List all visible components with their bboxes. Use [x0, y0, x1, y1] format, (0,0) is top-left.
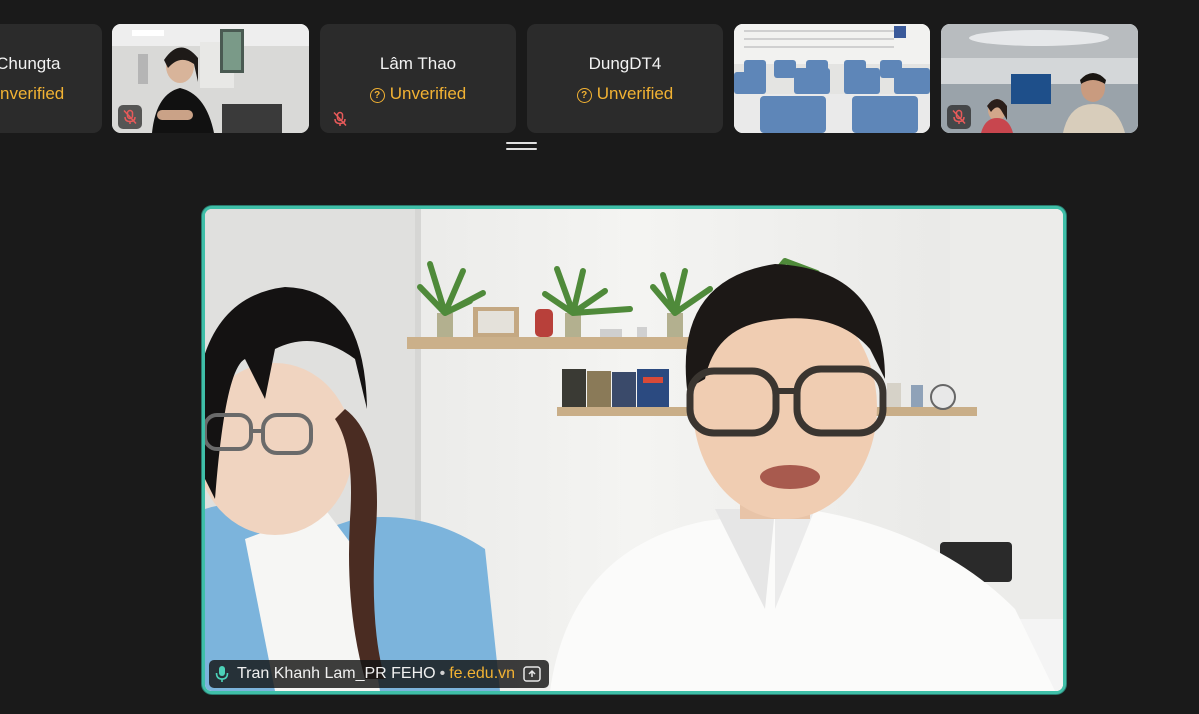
- mic-muted-icon: [952, 109, 966, 125]
- verification-status: ?Unverified: [527, 84, 723, 104]
- participant-name: g - Chungta: [0, 54, 61, 73]
- mute-badge: [118, 105, 142, 129]
- active-speaker-video[interactable]: Tran Khanh Lam_PR FEHO • fe.edu.vn: [202, 206, 1066, 694]
- handle-line: [506, 142, 537, 144]
- mic-icon: [215, 666, 229, 682]
- name-separator: •: [439, 665, 446, 682]
- mic-muted-icon: [333, 111, 347, 127]
- verification-status: ?Unverified: [320, 84, 516, 104]
- question-icon: ?: [369, 88, 385, 103]
- participant-name: Lâm Thao: [379, 54, 457, 73]
- mic-muted-icon: [123, 109, 137, 125]
- question-icon: ?: [576, 88, 592, 103]
- speaker-domain: fe.edu.vn: [449, 665, 516, 682]
- mute-badge: [947, 105, 971, 129]
- participant-tile[interactable]: DungDT4 ? Unverified: [527, 24, 723, 133]
- speaker-name: Tran Khanh Lam_PR FEHO: [237, 665, 436, 682]
- participant-video: [734, 24, 930, 133]
- participant-strip: g - Chungta ?Unverified: [0, 0, 1199, 145]
- participant-tile[interactable]: g - Chungta ?Unverified: [0, 24, 102, 133]
- handle-line: [506, 148, 537, 150]
- participant-tile[interactable]: Lâm Thao ? Unverified: [320, 24, 516, 133]
- participant-name: DungDT4: [588, 54, 662, 73]
- verification-status: ?Unverified: [0, 84, 65, 103]
- speaker-video-frame: [205, 209, 1063, 691]
- share-screen-icon[interactable]: [523, 666, 541, 682]
- strip-resize-handle[interactable]: [506, 142, 537, 151]
- participant-tile-video[interactable]: [941, 24, 1138, 133]
- speaker-name-tag: Tran Khanh Lam_PR FEHO • fe.edu.vn: [209, 660, 550, 688]
- participant-tile-video[interactable]: [112, 24, 309, 133]
- participant-tile-video[interactable]: [734, 24, 930, 133]
